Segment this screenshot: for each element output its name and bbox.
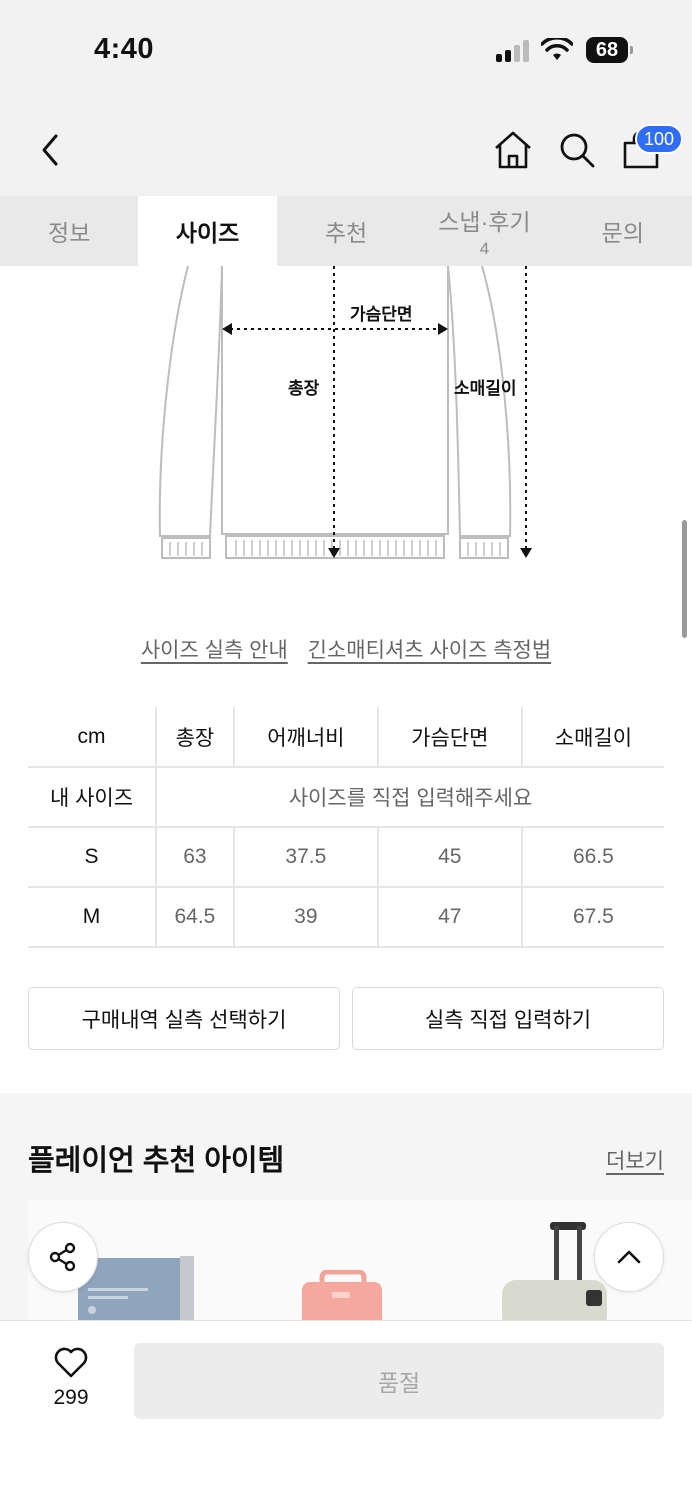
- tab-label: 사이즈: [175, 220, 240, 246]
- product-thumb-pink-suitcase[interactable]: [298, 1270, 388, 1320]
- wifi-icon: [541, 38, 573, 60]
- table-row: M 64.5 39 47 67.5: [28, 886, 664, 948]
- sleeve-length-label: 소매길이: [454, 379, 517, 398]
- signal-icon: [496, 40, 530, 62]
- size-guide-link[interactable]: 사이즈 실측 안내: [141, 639, 288, 662]
- tab-label: 문의: [601, 220, 644, 246]
- total-length-label: 총장: [288, 379, 320, 398]
- section-tabs: 정보 사이즈 추천 스냅·후기 4 문의: [0, 196, 692, 266]
- bottom-purchase-bar: 299 품절: [0, 1320, 692, 1500]
- tab-label: 추천: [324, 220, 368, 246]
- review-count: 4: [479, 239, 490, 258]
- sold-out-button[interactable]: 품절: [134, 1343, 664, 1419]
- tab-snap-review[interactable]: 스냅·후기 4: [415, 196, 553, 266]
- table-header-row: cm 총장 어깨너비 가슴단면 소매길이: [28, 707, 664, 768]
- view-more-link[interactable]: 더보기: [606, 1145, 664, 1175]
- tab-recommend[interactable]: 추천: [277, 196, 415, 266]
- tab-inquiry[interactable]: 문의: [554, 196, 692, 266]
- table-header-cell: cm: [28, 707, 157, 768]
- like-count: 299: [53, 1386, 89, 1409]
- table-cell: 63: [155, 826, 235, 888]
- table-header-cell: 총장: [155, 707, 235, 768]
- table-header-cell: 어깨너비: [232, 707, 379, 768]
- table-cell: 37.5: [232, 826, 379, 888]
- table-cell: 47: [376, 886, 523, 948]
- share-button[interactable]: [28, 1222, 98, 1292]
- table-cell: 64.5: [155, 886, 235, 948]
- home-icon[interactable]: [492, 129, 534, 171]
- size-diagram: 가슴단면 총장 소매길이: [150, 265, 550, 576]
- recommend-carousel[interactable]: [28, 1200, 692, 1320]
- scrollbar[interactable]: [682, 520, 687, 638]
- chest-width-label: 가슴단면: [350, 305, 413, 324]
- status-time: 4:40: [94, 33, 155, 65]
- size-table: cm 총장 어깨너비 가슴단면 소매길이 내 사이즈 사이즈를 직접 입력해주세…: [28, 707, 664, 948]
- back-arrow-icon[interactable]: [34, 130, 68, 170]
- battery-icon: 68: [586, 37, 633, 63]
- table-cell: 66.5: [520, 826, 664, 888]
- heart-icon: [54, 1347, 88, 1378]
- table-header-cell: 소매길이: [520, 707, 664, 768]
- enter-measurement-button[interactable]: 실측 직접 입력하기: [352, 987, 664, 1050]
- status-bar: 4:40 68: [0, 0, 692, 100]
- like-button[interactable]: 299: [36, 1347, 106, 1410]
- cart-count-badge: 100: [635, 124, 684, 154]
- my-size-input-prompt[interactable]: 사이즈를 직접 입력해주세요: [155, 766, 664, 828]
- size-name-cell: M: [28, 886, 157, 948]
- tab-info[interactable]: 정보: [0, 196, 138, 266]
- table-cell: 67.5: [520, 886, 664, 948]
- tab-size[interactable]: 사이즈: [138, 196, 277, 266]
- chevron-up-icon: [617, 1250, 641, 1264]
- share-icon: [49, 1242, 76, 1272]
- my-size-label: 내 사이즈: [28, 766, 157, 828]
- table-cell: 45: [376, 826, 523, 888]
- size-guide-links: 사이즈 실측 안내 긴소매티셔츠 사이즈 측정법: [0, 634, 692, 664]
- measure-method-link[interactable]: 긴소매티셔츠 사이즈 측정법: [308, 639, 552, 662]
- my-size-row[interactable]: 내 사이즈 사이즈를 직접 입력해주세요: [28, 766, 664, 828]
- battery-level: 68: [586, 37, 628, 63]
- select-from-purchase-history-button[interactable]: 구매내역 실측 선택하기: [28, 987, 340, 1050]
- tab-label: 스냅·후기: [438, 209, 531, 235]
- search-icon[interactable]: [556, 129, 598, 171]
- table-header-cell: 가슴단면: [376, 707, 523, 768]
- tab-label: 정보: [48, 220, 91, 246]
- size-name-cell: S: [28, 826, 157, 888]
- table-row: S 63 37.5 45 66.5: [28, 826, 664, 888]
- table-cell: 39: [232, 886, 379, 948]
- recommend-title: 플레이언 추천 아이템: [28, 1145, 285, 1177]
- scroll-to-top-button[interactable]: [594, 1222, 664, 1292]
